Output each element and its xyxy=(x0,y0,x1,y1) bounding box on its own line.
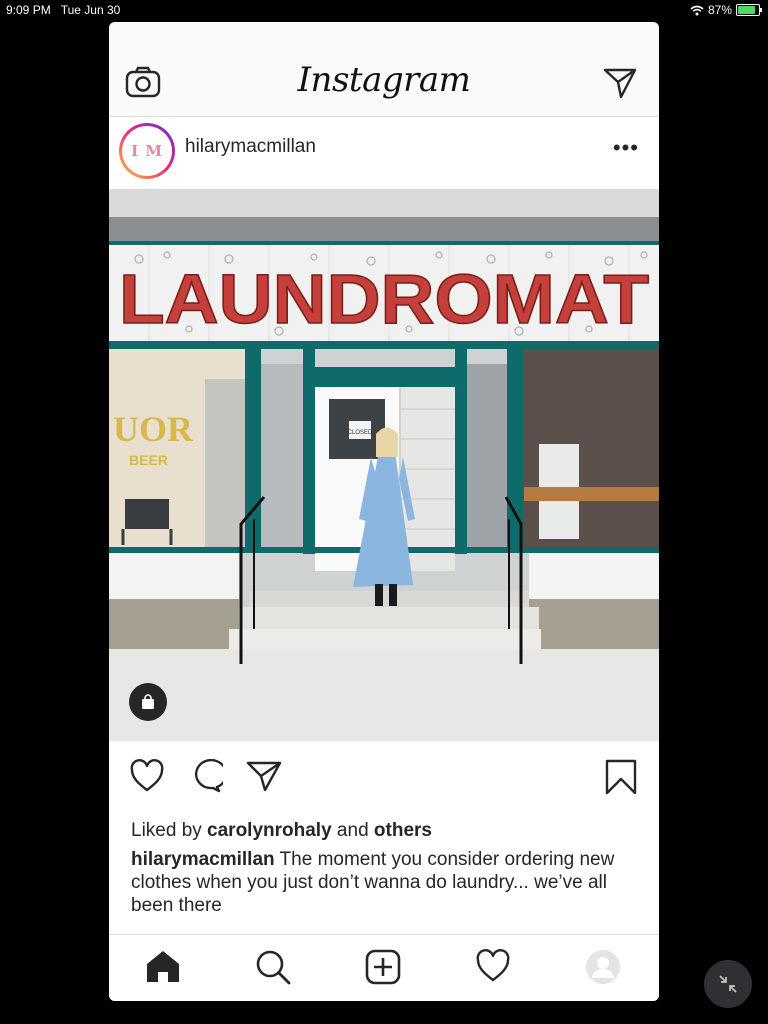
post-actions xyxy=(109,741,659,813)
profile-icon[interactable] xyxy=(585,949,621,985)
wifi-icon xyxy=(690,5,704,15)
new-post-icon[interactable] xyxy=(365,949,401,985)
liked-by-username[interactable]: carolynrohaly xyxy=(207,820,332,841)
exit-fullscreen-button[interactable] xyxy=(704,960,752,1008)
shopping-bag-icon[interactable] xyxy=(129,683,167,721)
avatar-logo-text: I M xyxy=(131,142,163,160)
status-bar: 9:09 PM Tue Jun 30 87% xyxy=(0,0,768,20)
battery-icon xyxy=(736,4,762,16)
post-header: I M hilarymacmillan ••• xyxy=(109,117,659,189)
comment-icon[interactable] xyxy=(187,759,223,793)
door-sign-text: CLOSED xyxy=(348,430,373,436)
minimize-arrows-icon xyxy=(719,975,737,993)
instagram-logo[interactable]: Instagram xyxy=(109,60,659,100)
avatar[interactable]: I M xyxy=(119,123,175,179)
battery-percent: 87% xyxy=(707,3,732,17)
caption-author[interactable]: hilarymacmillan xyxy=(131,849,275,870)
post-photo[interactable]: LAUNDROMAT UOR BEER CLOSED xyxy=(109,189,659,741)
more-options-icon[interactable]: ••• xyxy=(613,135,639,161)
share-icon[interactable] xyxy=(245,759,283,793)
laundromat-storefront-image: LAUNDROMAT UOR BEER CLOSED xyxy=(109,189,659,741)
like-heart-icon[interactable] xyxy=(129,759,165,793)
post-username[interactable]: hilarymacmillan xyxy=(185,136,316,158)
home-icon[interactable] xyxy=(145,949,181,983)
status-date: Tue Jun 30 xyxy=(60,3,121,17)
top-bar: Instagram xyxy=(109,22,659,117)
direct-message-icon[interactable] xyxy=(603,67,637,99)
laundromat-sign-text: LAUNDROMAT xyxy=(119,260,649,338)
instagram-app: Instagram I M hilarymacmillan ••• LAUNDR… xyxy=(109,22,659,1001)
save-bookmark-icon[interactable] xyxy=(605,759,637,795)
window-text-1: UOR xyxy=(113,409,194,449)
likes-others[interactable]: others xyxy=(374,820,432,841)
status-time: 9:09 PM xyxy=(6,3,51,17)
window-text-2: BEER xyxy=(129,452,168,468)
likes-line: Liked by carolynrohaly and others xyxy=(131,820,432,841)
activity-icon[interactable] xyxy=(475,949,511,983)
search-icon[interactable] xyxy=(255,949,291,985)
post-caption: hilarymacmillan The moment you consider … xyxy=(131,848,636,917)
bottom-tab-bar xyxy=(109,934,659,1001)
